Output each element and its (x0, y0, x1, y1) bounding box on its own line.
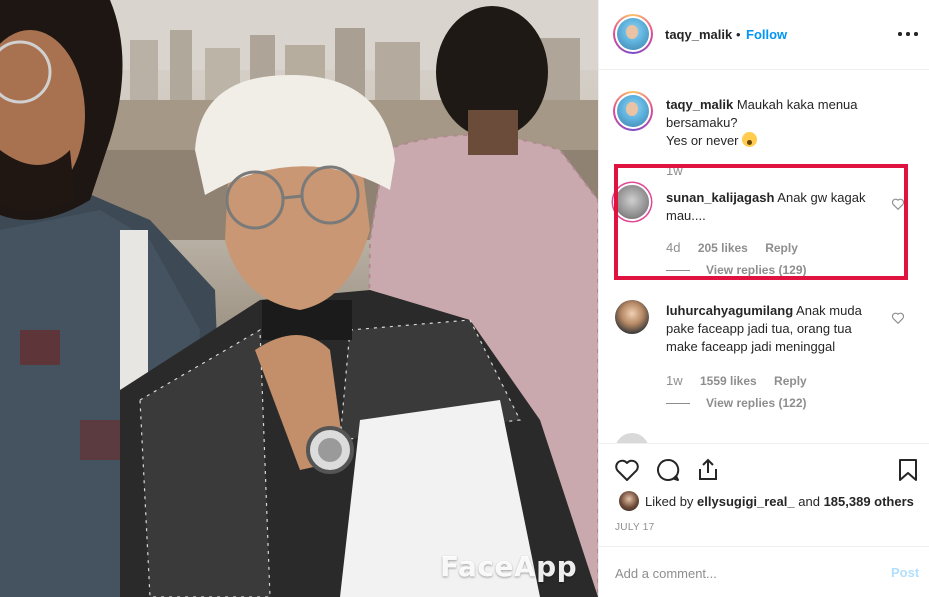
liker-avatar[interactable] (619, 491, 639, 511)
liker-username[interactable]: ellysugigi_real_ (697, 494, 795, 509)
comment-like-icon[interactable] (891, 311, 905, 325)
post-actions: Liked by ellysugigi_real_ and 185,389 ot… (599, 443, 929, 597)
photo-illustration (0, 0, 598, 597)
likes-summary: Liked by ellysugigi_real_ and 185,389 ot… (645, 494, 914, 509)
post-date[interactable]: JULY 17 (615, 522, 655, 533)
faceapp-watermark: FaceApp (440, 550, 578, 583)
fearful-face-emoji-icon (742, 132, 758, 147)
view-replies-label: View replies (122) (706, 396, 807, 410)
comment-avatar[interactable] (615, 433, 649, 443)
post-header: taqy_malik • Follow (599, 0, 929, 70)
comment-icon[interactable] (654, 456, 682, 484)
highlight-box (614, 164, 908, 280)
post-caption: taqy_malik Maukah kaka menua bersamaku? … (666, 96, 906, 150)
caption-avatar[interactable] (613, 91, 653, 131)
follow-button[interactable]: Follow (746, 27, 787, 42)
view-replies-divider (666, 403, 690, 405)
comment-time: 1w (666, 373, 683, 388)
comment-body: luhurcahyagumilang Anak muda pake faceap… (666, 302, 886, 356)
caption-text-line2: bersamaku? (666, 115, 738, 130)
comment-reply-button[interactable]: Reply (774, 374, 807, 388)
comment-input[interactable] (615, 563, 865, 583)
comment-meta: 1w 1559 likes Reply (666, 373, 821, 388)
share-icon[interactable] (694, 456, 722, 484)
likes-middle: and (798, 494, 820, 509)
header-separator: • (736, 27, 741, 42)
caption-username[interactable]: taqy_malik (666, 97, 733, 112)
view-replies-button[interactable]: View replies (122) (666, 396, 807, 410)
author-avatar[interactable] (613, 14, 653, 54)
comment-username[interactable]: luhurcahyagumilang (666, 303, 793, 318)
post-side-panel: taqy_malik • Follow taqy_malik Maukah ka… (598, 0, 929, 597)
caption-text-line1: Maukah kaka menua (736, 97, 858, 112)
author-username[interactable]: taqy_malik (665, 27, 732, 42)
comment-likes[interactable]: 1559 likes (700, 374, 757, 388)
more-options-icon[interactable] (896, 22, 920, 46)
comment-avatar[interactable] (615, 300, 649, 334)
likes-count[interactable]: 185,389 others (824, 494, 914, 509)
likes-prefix: Liked by (645, 494, 694, 509)
comments-list[interactable]: taqy_malik Maukah kaka menua bersamaku? … (599, 71, 929, 443)
add-comment-bar: Post (599, 546, 929, 597)
post-photo[interactable]: FaceApp (0, 0, 598, 597)
bookmark-icon[interactable] (894, 456, 922, 484)
post-comment-button[interactable]: Post (891, 565, 919, 580)
heart-icon[interactable] (613, 456, 641, 484)
caption-text-line3: Yes or never (666, 133, 739, 148)
